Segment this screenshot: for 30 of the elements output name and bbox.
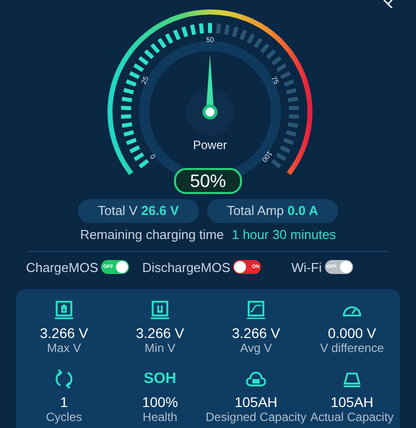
stat-label: Designed Capacity (206, 410, 306, 425)
stat-value: 0.000 V (328, 325, 376, 341)
stat-value: 3.266 V (40, 325, 88, 341)
stat-label: Avg V (240, 341, 272, 356)
stat-label: V difference (320, 341, 384, 356)
wave-meter-icon (245, 299, 267, 321)
stat-label: Max V (46, 341, 81, 356)
meter-icon (149, 299, 171, 321)
stat-label: Cycles (46, 410, 82, 425)
switch-label: ChargeMOS (26, 258, 98, 277)
total-pill: Total Amp 0.0 A (206, 199, 338, 223)
stat-value: 105AH (330, 394, 374, 410)
stat-label: Actual Capacity (310, 410, 394, 425)
remaining-value: 1 hour 30 minutes (232, 226, 336, 244)
switch-label: DischargeMOS (142, 258, 230, 277)
stat-value: 100% (142, 394, 178, 410)
percent-badge: 50% (174, 168, 242, 194)
switch-label: Wi-Fi (291, 258, 322, 276)
stat-value: 3.266 V (232, 325, 280, 341)
gauge-label: Power (193, 138, 227, 152)
stat-value: 105AH (234, 394, 278, 410)
soh-icon: SOH (144, 368, 176, 390)
stat-label: Min V (144, 341, 176, 356)
total-pill: Total V 26.6 V (78, 199, 199, 223)
refresh-icon (53, 368, 75, 390)
remaining-label: Remaining charging time (80, 226, 224, 244)
meter-icon (53, 299, 75, 321)
stat-label: Health (142, 410, 178, 425)
stat-value: 3.266 V (136, 325, 184, 341)
stat-value: 1 (60, 394, 68, 410)
